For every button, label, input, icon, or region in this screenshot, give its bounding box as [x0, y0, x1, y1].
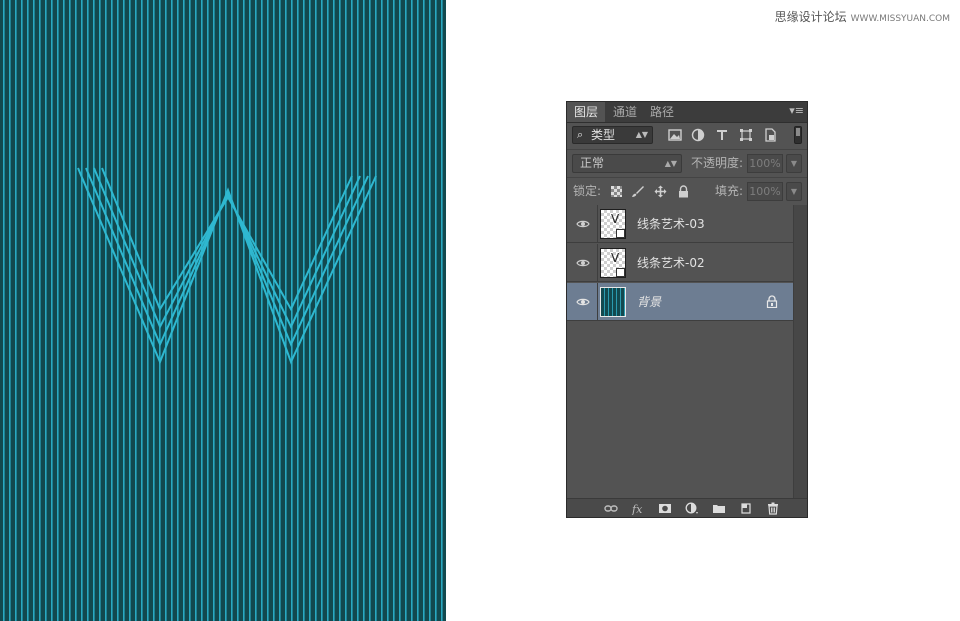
type-filter-icon[interactable] [715, 128, 729, 142]
divider [597, 283, 598, 321]
layer-row-line-art-02[interactable]: V 线条艺术-02 [567, 244, 793, 282]
filter-row: ⌕ 类型 ▲▼ [567, 122, 807, 149]
layer-mask-icon[interactable] [658, 502, 672, 515]
smart-object-badge-icon [616, 229, 625, 238]
blend-row: 正常 ▲▼ 不透明度: 100% ▼ [567, 150, 807, 177]
pixel-filter-icon[interactable] [668, 128, 682, 142]
lock-transparency-icon[interactable] [610, 185, 623, 198]
divider [597, 205, 598, 243]
watermark-site-name: 思缘设计论坛 [774, 10, 847, 24]
lock-label: 锁定: [573, 184, 602, 198]
chevron-updown-icon: ▲▼ [664, 159, 677, 168]
chevron-updown-icon: ▲▼ [635, 130, 648, 139]
thumbnail-glyph: V [611, 212, 620, 226]
tab-layers[interactable]: 图层 [567, 102, 606, 122]
new-group-icon[interactable] [712, 502, 726, 515]
panel-menu-icon[interactable]: ▾≡ [789, 104, 804, 117]
tab-paths[interactable]: 路径 [643, 102, 681, 122]
panel-bottom-bar: fx [567, 498, 807, 517]
visibility-eye-icon[interactable] [576, 256, 590, 270]
layer-thumbnail: V [600, 209, 626, 239]
visibility-eye-icon[interactable] [576, 295, 590, 309]
watermark: 思缘设计论坛 WWW.MISSYUAN.COM [775, 8, 950, 25]
watermark-url: WWW.MISSYUAN.COM [850, 14, 950, 24]
panel-tab-bar: 图层 通道 路径 ▾≡ [567, 102, 807, 123]
visibility-eye-icon[interactable] [576, 217, 590, 231]
shape-filter-icon[interactable] [739, 128, 753, 142]
fx-icon[interactable]: fx [631, 502, 645, 515]
fill-dropdown-button[interactable]: ▼ [786, 182, 802, 201]
layer-thumbnail: V [600, 248, 626, 278]
svg-text:fx: fx [631, 503, 643, 515]
line-art-letter-w: W [77, 167, 377, 365]
layer-name[interactable]: 线条艺术-02 [637, 244, 705, 282]
divider [597, 244, 598, 282]
blend-mode-value: 正常 [580, 156, 605, 170]
layer-name[interactable]: 线条艺术-03 [637, 205, 705, 243]
lock-pixels-brush-icon[interactable] [631, 185, 644, 198]
lock-position-move-icon[interactable] [654, 185, 667, 198]
layer-name[interactable]: 背景 [637, 283, 661, 321]
adjustment-filter-icon[interactable] [691, 128, 705, 142]
fill-input[interactable]: 100% [747, 182, 783, 201]
document-canvas[interactable]: W [0, 0, 446, 621]
letter-w-strand [101, 167, 353, 312]
layers-panel: 图层 通道 路径 ▾≡ ⌕ 类型 ▲▼ 正常 ▲▼ 不透明度: 100% ▼ 锁… [566, 101, 808, 518]
lock-all-icon[interactable] [677, 185, 690, 198]
blend-mode-select[interactable]: 正常 ▲▼ [572, 154, 682, 173]
smart-object-filter-icon[interactable] [763, 128, 777, 142]
filter-toggle-switch[interactable] [794, 126, 802, 144]
smart-object-badge-icon [616, 268, 625, 277]
fill-label: 填充: [715, 184, 744, 198]
layer-list-scrollbar[interactable] [793, 205, 807, 498]
lock-row: 锁定: 填充: 100% ▼ [567, 178, 807, 205]
filter-kind-select[interactable]: ⌕ 类型 ▲▼ [572, 126, 653, 144]
thumbnail-glyph: V [611, 251, 620, 265]
delete-layer-icon[interactable] [766, 502, 780, 515]
new-layer-icon[interactable] [739, 502, 753, 515]
opacity-label: 不透明度: [691, 156, 744, 170]
tab-channels[interactable]: 通道 [606, 102, 644, 122]
layer-list: V 线条艺术-03 V 线条艺术-02 背景 [567, 205, 793, 498]
letter-w-strand [85, 167, 369, 347]
opacity-input[interactable]: 100% [747, 154, 783, 173]
adjustment-layer-icon[interactable] [685, 502, 699, 515]
link-layers-icon[interactable] [604, 502, 618, 515]
layer-thumbnail [600, 287, 626, 317]
layer-locked-icon [766, 295, 778, 308]
layer-row-line-art-03[interactable]: V 线条艺术-03 [567, 205, 793, 243]
layer-row-background[interactable]: 背景 [567, 283, 793, 321]
filter-kind-label: 类型 [591, 128, 616, 142]
search-icon: ⌕ [577, 128, 584, 141]
opacity-dropdown-button[interactable]: ▼ [786, 154, 802, 173]
